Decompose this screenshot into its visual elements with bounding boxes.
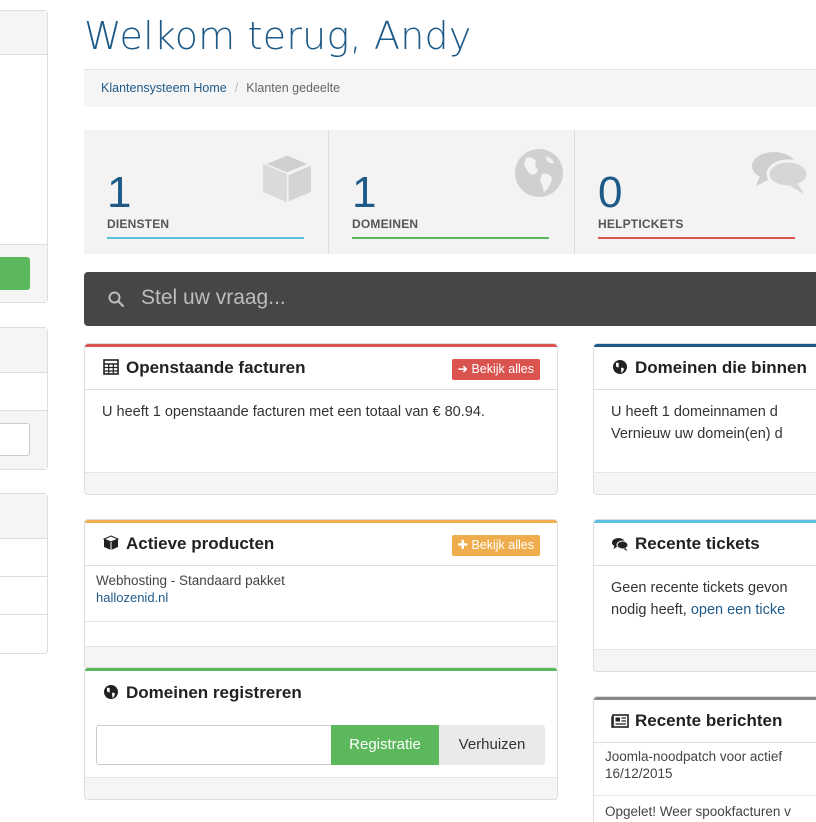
cube-icon: [102, 535, 120, 550]
news-item[interactable]: Opgelet! Weer spookfacturen v: [594, 796, 816, 822]
panel-footer: [85, 777, 557, 799]
sidebar-panel-1: [0, 10, 48, 303]
product-item[interactable]: Webhosting - Standaard pakket hallozenid…: [85, 567, 557, 622]
panel-title: Recente berichten: [611, 711, 782, 731]
panel-title: Recente tickets: [611, 534, 760, 554]
sidebar-link[interactable]: [0, 615, 47, 653]
expiring-domains-text: U heeft 1 domeinnamen d Vernieuw uw dome…: [611, 401, 816, 445]
register-domain-button[interactable]: Registratie: [331, 725, 439, 765]
expiring-line-2: Vernieuw uw domein(en) d: [611, 426, 783, 442]
panel-title: Actieve producten: [102, 534, 274, 554]
panel-title-text: Recente berichten: [635, 711, 783, 730]
plus-icon: ✚: [457, 538, 468, 552]
domain-search-input[interactable]: [96, 725, 332, 765]
sidebar-panel-2-header: [0, 328, 47, 373]
newspaper-icon: [611, 714, 629, 728]
sidebar-panel-1-footer: [0, 244, 47, 302]
invoices-summary: U heeft 1 openstaande facturen met een t…: [102, 404, 485, 420]
breadcrumb-separator: /: [234, 81, 239, 95]
panel-title-text: Actieve producten: [126, 534, 275, 553]
product-name: Webhosting - Standaard pakket: [96, 573, 285, 588]
panel-title-text: Domeinen die binnen: [635, 358, 807, 377]
tile-domains[interactable]: 1 DOMEINEN: [329, 130, 575, 254]
transfer-domain-button[interactable]: Verhuizen: [439, 725, 545, 765]
panel-title: Domeinen registreren: [102, 683, 302, 703]
sidebar-panel-2: [0, 327, 48, 470]
panel-active-products: Actieve producten ✚ Bekijk alles Webhost…: [84, 519, 558, 669]
tile-domains-bar: [352, 237, 549, 239]
view-all-products-button[interactable]: ✚ Bekijk alles: [451, 535, 540, 556]
news-item-title: Opgelet! Weer spookfacturen v: [605, 804, 791, 819]
arrow-right-icon: ➜: [457, 362, 468, 376]
recent-tickets-text: Geen recente tickets gevon nodig heeft, …: [611, 577, 816, 621]
view-all-invoices-button[interactable]: ➜ Bekijk alles: [451, 359, 540, 380]
sidebar-link[interactable]: [0, 577, 47, 615]
panel-expiring-domains: Domeinen die binnen U heeft 1 domeinname…: [593, 343, 816, 495]
panel-footer: [594, 472, 816, 494]
news-item[interactable]: Joomla-noodpatch voor actief 16/12/2015: [594, 744, 816, 796]
breadcrumb: Klantensysteem Home / Klanten gedeelte: [84, 69, 816, 107]
panel-unpaid-invoices: Openstaande facturen ➜ Bekijk alles U he…: [84, 343, 558, 495]
panel-header: Recente berichten: [594, 697, 816, 743]
panel-header: Openstaande facturen ➜ Bekijk alles: [85, 344, 557, 390]
search-placeholder: Stel uw vraag...: [141, 286, 286, 309]
panel-header: Actieve producten ✚ Bekijk alles: [85, 520, 557, 566]
tile-services-label: DIENSTEN: [107, 217, 170, 231]
panel-header: Recente tickets: [594, 520, 816, 566]
news-item-title: Joomla-noodpatch voor actief: [605, 749, 783, 764]
tile-services[interactable]: 1 DIENSTEN: [84, 130, 329, 254]
globe-icon: [515, 149, 563, 197]
tile-tickets-count: 0: [598, 168, 623, 217]
panel-title: Openstaande facturen: [102, 358, 306, 378]
panel-recent-news: Recente berichten Joomla-noodpatch voor …: [593, 696, 816, 822]
breadcrumb-home-link[interactable]: Klantensysteem Home: [101, 81, 227, 95]
tile-tickets-label: HELPTICKETS: [598, 217, 684, 231]
panel-footer: [594, 649, 816, 671]
open-ticket-link[interactable]: open een ticke: [691, 602, 785, 618]
panel-footer: [85, 472, 557, 494]
globe-icon: [613, 360, 627, 374]
panel-title: Domeinen die binnen: [611, 358, 807, 378]
sidebar-panel-1-header: [0, 11, 47, 55]
sidebar-panel-2-footer: [0, 411, 47, 469]
tile-domains-label: DOMEINEN: [352, 217, 419, 231]
view-all-label: Bekijk alles: [471, 362, 534, 376]
sidebar-panel-2-row: [0, 373, 47, 411]
knowledgebase-search[interactable]: Stel uw vraag...: [84, 272, 816, 326]
stat-tiles: 1 DIENSTEN 1 DOMEINEN 0 HELPTICKETS: [84, 130, 816, 254]
tile-services-count: 1: [107, 168, 132, 217]
sidebar-panel-3: [0, 493, 48, 654]
expiring-line-1: U heeft 1 domeinnamen d: [611, 404, 778, 420]
tile-services-bar: [107, 237, 304, 239]
panel-header: Domeinen registreren: [85, 668, 557, 714]
tickets-line-2-text: nodig heeft,: [611, 602, 691, 618]
page-title: Welkom terug, Andy: [84, 14, 472, 58]
tickets-line-2: nodig heeft, open een ticke: [611, 599, 816, 621]
sidebar-link[interactable]: [0, 539, 47, 577]
panel-register-domains: Domeinen registreren Registratie Verhuiz…: [84, 667, 558, 800]
panel-title-text: Domeinen registreren: [126, 683, 302, 702]
tile-domains-count: 1: [352, 168, 377, 217]
panel-title-text: Openstaande facturen: [126, 358, 306, 377]
comments-icon: [752, 152, 810, 194]
search-icon: [108, 291, 124, 307]
sidebar-input[interactable]: [0, 423, 30, 456]
panel-recent-tickets: Recente tickets Geen recente tickets gev…: [593, 519, 816, 672]
breadcrumb-current: Klanten gedeelte: [246, 81, 341, 95]
comments-icon: [612, 538, 629, 551]
tile-tickets[interactable]: 0 HELPTICKETS: [575, 130, 816, 254]
sidebar-panel-3-header: [0, 494, 47, 539]
view-all-label: Bekijk alles: [471, 538, 534, 552]
calculator-icon: [103, 359, 119, 375]
product-domain-link[interactable]: hallozenid.nl: [96, 590, 557, 605]
news-item-date: 16/12/2015: [605, 766, 673, 781]
panel-title-text: Recente tickets: [635, 534, 760, 553]
sidebar-green-button[interactable]: [0, 257, 30, 290]
globe-icon: [104, 685, 118, 699]
panel-footer: [85, 646, 557, 668]
panel-header: Domeinen die binnen: [594, 344, 816, 390]
cube-icon: [261, 152, 313, 202]
tickets-line-1: Geen recente tickets gevon: [611, 580, 788, 596]
tile-tickets-bar: [598, 237, 795, 239]
